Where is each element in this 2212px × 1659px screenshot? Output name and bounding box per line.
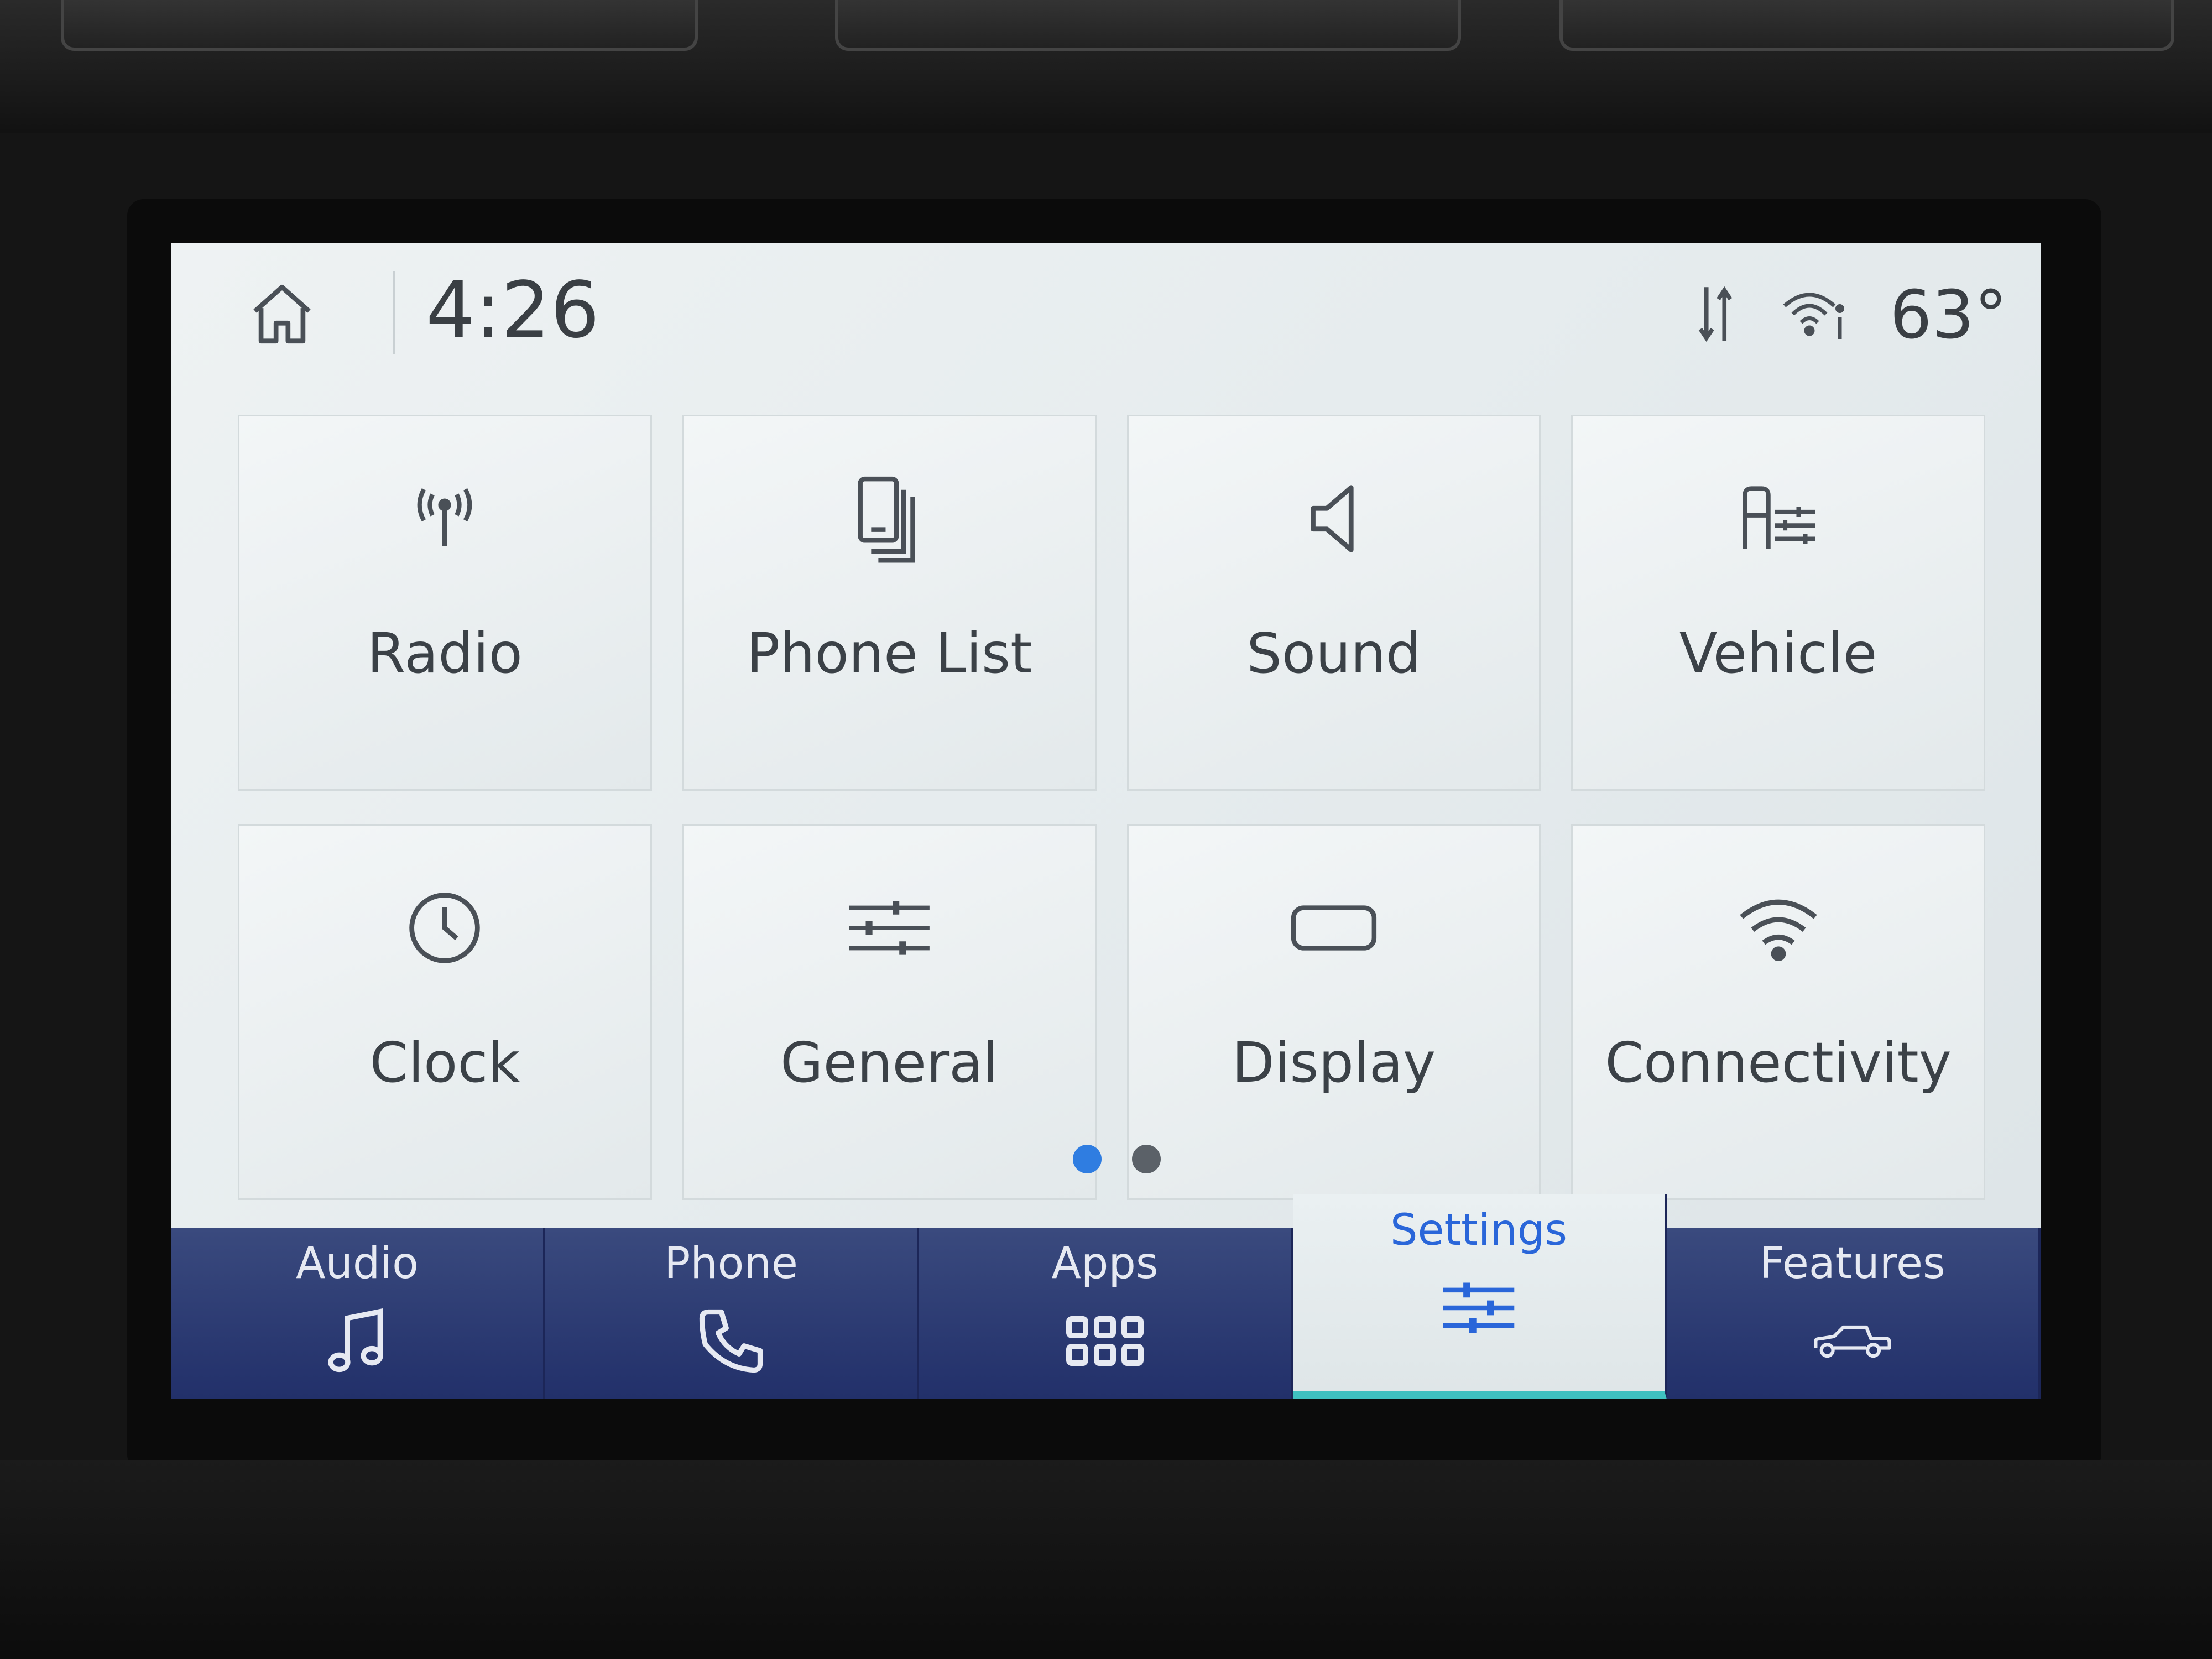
nav-tab-features[interactable]: Features — [1667, 1228, 2041, 1399]
tile-label: Connectivity — [1605, 1030, 1952, 1095]
nav-tab-label: Phone — [664, 1239, 798, 1288]
status-bar: 4:26 63° — [171, 243, 2041, 387]
clock-icon — [392, 875, 497, 980]
home-icon — [246, 278, 318, 352]
nav-tab-label: Apps — [1051, 1239, 1159, 1288]
phone-handset-icon — [690, 1305, 773, 1377]
nav-tab-phone[interactable]: Phone — [545, 1228, 919, 1399]
tile-label: Phone List — [746, 621, 1032, 686]
vehicle-settings-icon — [1726, 466, 1831, 571]
tile-phone-list[interactable]: Phone List — [682, 415, 1097, 791]
page-dot-active[interactable] — [1073, 1145, 1102, 1173]
data-transfer-icon — [1691, 278, 1740, 352]
tile-vehicle[interactable]: Vehicle — [1571, 415, 1985, 791]
hardware-button-left[interactable] — [61, 0, 698, 51]
tile-label: Sound — [1246, 621, 1421, 686]
nav-tab-label: Audio — [296, 1239, 419, 1288]
settings-grid: Radio Phone List Sound Vehicle Clock Gen… — [238, 415, 1985, 1200]
tile-sound[interactable]: Sound — [1126, 415, 1541, 791]
tile-label: Clock — [369, 1030, 520, 1095]
nav-tab-apps[interactable]: Apps — [919, 1228, 1293, 1399]
tile-general[interactable]: General — [682, 824, 1097, 1200]
outside-temperature: 63° — [1890, 276, 2007, 354]
status-divider — [393, 271, 395, 354]
page-dot-inactive[interactable] — [1132, 1145, 1161, 1173]
status-clock: 4:26 — [426, 265, 600, 356]
tile-radio[interactable]: Radio — [238, 415, 652, 791]
page-indicator — [1073, 1145, 1161, 1173]
speaker-icon — [1281, 466, 1386, 571]
display-icon — [1281, 875, 1386, 980]
tile-label: Radio — [367, 621, 523, 686]
tile-connectivity[interactable]: Connectivity — [1571, 824, 1985, 1200]
dashboard-top-bezel — [0, 0, 2212, 133]
tile-clock[interactable]: Clock — [238, 824, 652, 1200]
home-button[interactable] — [243, 276, 321, 354]
bottom-navigation: Audio Phone Apps Settings Features — [171, 1194, 2041, 1399]
nav-tab-label: Settings — [1390, 1206, 1567, 1255]
hardware-button-right[interactable] — [1559, 0, 2174, 51]
tile-label: Vehicle — [1679, 621, 1877, 686]
dashboard-bottom-bezel — [0, 1460, 2212, 1659]
radio-antenna-icon — [392, 466, 497, 571]
nav-tab-label: Features — [1760, 1239, 1945, 1288]
wifi-icon — [1726, 875, 1831, 980]
nav-tab-settings[interactable]: Settings — [1293, 1194, 1667, 1399]
tile-label: Display — [1232, 1030, 1436, 1095]
wifi-hotspot-icon — [1779, 284, 1851, 347]
phone-list-icon — [837, 466, 942, 571]
truck-icon — [1811, 1305, 1894, 1377]
settings-sliders-icon — [1437, 1272, 1520, 1344]
nav-tab-audio[interactable]: Audio — [171, 1228, 545, 1399]
hardware-button-center[interactable] — [835, 0, 1461, 51]
music-note-icon — [316, 1305, 399, 1377]
apps-grid-icon — [1063, 1305, 1146, 1377]
tile-display[interactable]: Display — [1126, 824, 1541, 1200]
sliders-icon — [837, 875, 942, 980]
infotainment-screen: 4:26 63° Radio Phone List Sound Vehicle … — [171, 243, 2041, 1399]
status-icons: 63° — [1691, 271, 2007, 359]
tile-label: General — [780, 1030, 999, 1095]
